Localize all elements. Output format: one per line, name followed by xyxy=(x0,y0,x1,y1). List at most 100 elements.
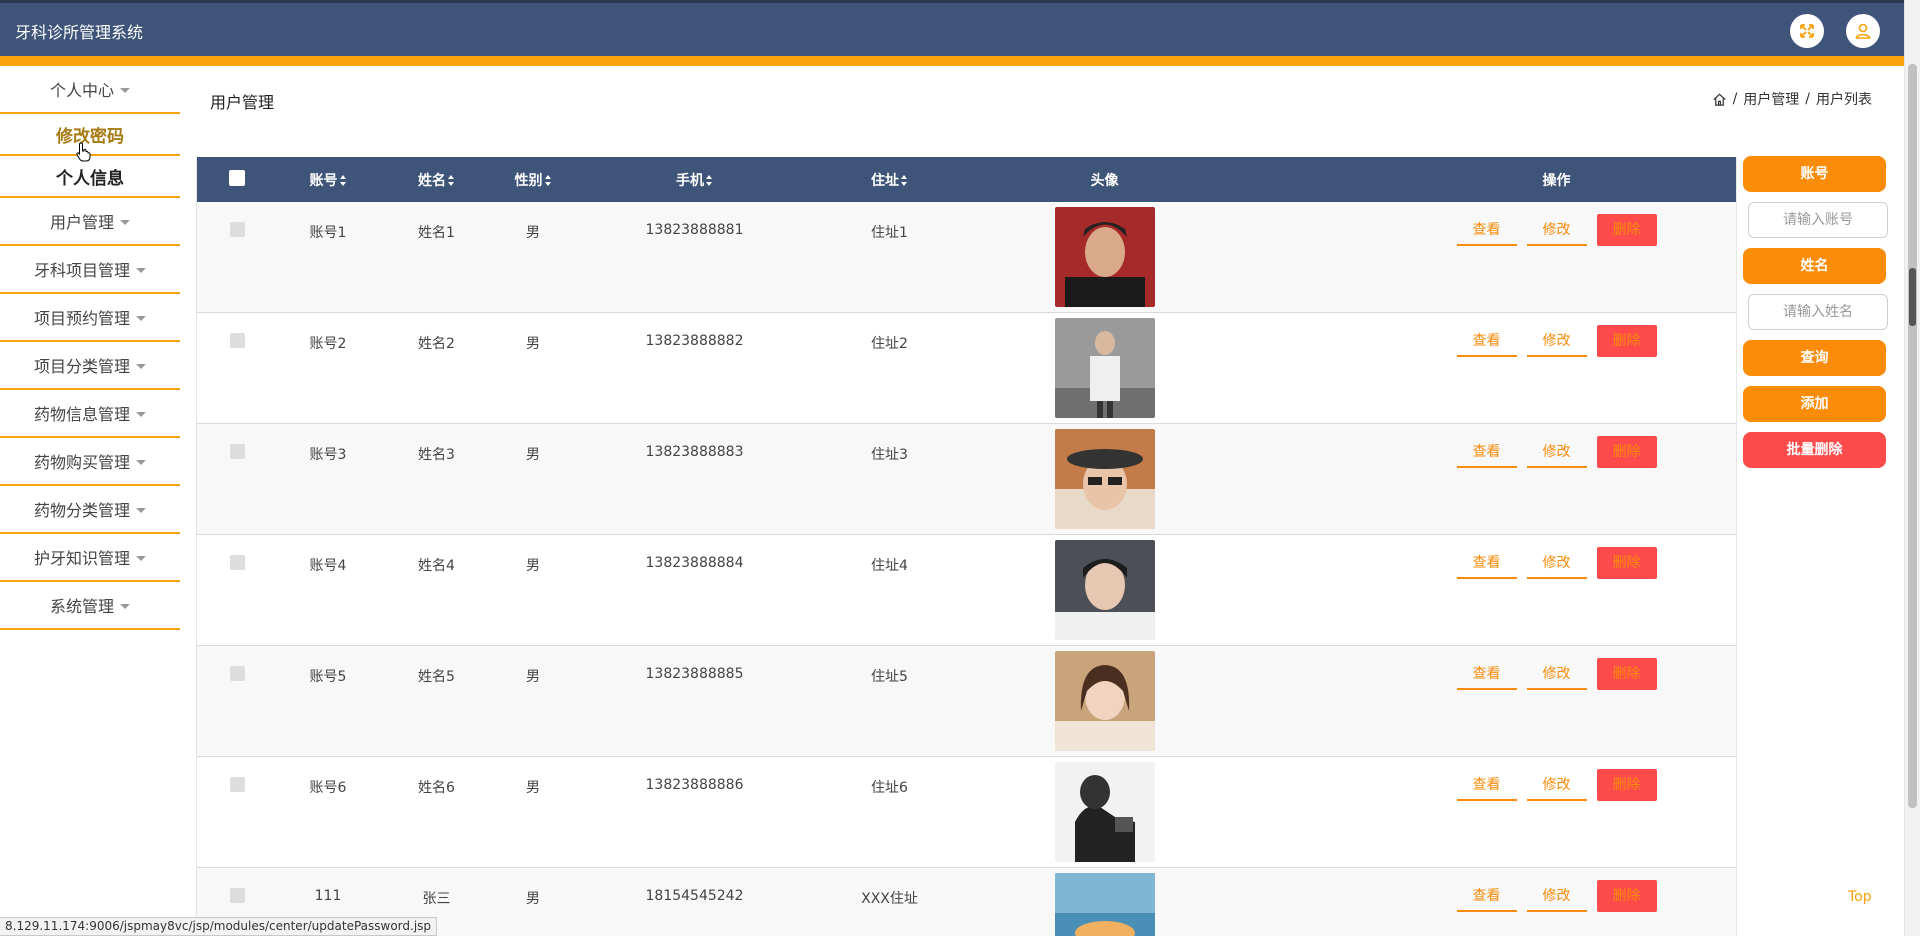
row-checkbox-cell xyxy=(197,535,277,574)
edit-button[interactable]: 修改 xyxy=(1526,769,1587,801)
cell-sex: 男 xyxy=(526,891,540,907)
sidebar-item-user-management[interactable]: 用户管理 xyxy=(0,198,180,246)
row-checkbox[interactable] xyxy=(229,444,245,459)
user-button[interactable] xyxy=(1846,14,1880,48)
top-bar: 牙科诊所管理系统 xyxy=(0,0,1904,66)
cell-account: 账号1 xyxy=(309,225,347,241)
row-checkbox[interactable] xyxy=(229,666,245,681)
cell-account: 111 xyxy=(314,888,342,904)
cell-actions: 查看 修改 删除 xyxy=(1247,757,1736,801)
header-bar: 牙科诊所管理系统 xyxy=(0,0,1904,56)
cell-address: 住址5 xyxy=(871,669,908,685)
back-to-top-link[interactable]: Top xyxy=(1848,889,1872,905)
breadcrumb-level1[interactable]: 用户管理 xyxy=(1743,89,1799,109)
delete-button[interactable]: 删除 xyxy=(1596,880,1657,912)
row-checkbox[interactable] xyxy=(229,555,245,570)
cell-actions: 查看 修改 删除 xyxy=(1247,202,1736,246)
row-checkbox[interactable] xyxy=(229,333,245,348)
sidebar-item-dental-project[interactable]: 牙科项目管理 xyxy=(0,246,180,294)
cell-name: 姓名5 xyxy=(418,669,455,685)
account-label-button[interactable]: 账号 xyxy=(1743,156,1886,192)
cell-account: 账号5 xyxy=(309,669,347,685)
page-scrollbar[interactable] xyxy=(1904,0,1920,936)
sidebar-item-drug-info[interactable]: 药物信息管理 xyxy=(0,390,180,438)
cell-address: 住址2 xyxy=(871,336,908,352)
edit-button[interactable]: 修改 xyxy=(1526,547,1587,579)
delete-button[interactable]: 删除 xyxy=(1596,658,1657,690)
sidebar-item-drug-purchase[interactable]: 药物购买管理 xyxy=(0,438,180,486)
column-sex[interactable]: 性别 xyxy=(494,170,572,190)
sidebar-subitem-personal-info[interactable]: 个人信息 xyxy=(0,156,180,198)
cell-phone: 13823888885 xyxy=(645,666,744,682)
edit-button[interactable]: 修改 xyxy=(1526,880,1587,912)
cell-phone: 13823888884 xyxy=(645,555,744,571)
column-avatar: 头像 xyxy=(1090,172,1119,189)
table-row: 账号4 姓名4 男 13823888884 住址4 查看 修改 删除 xyxy=(197,535,1736,646)
delete-button[interactable]: 删除 xyxy=(1596,214,1657,246)
column-label: 性别 xyxy=(514,172,543,189)
edit-button[interactable]: 修改 xyxy=(1526,436,1587,468)
sidebar-item-personal-center[interactable]: 个人中心 xyxy=(0,66,180,114)
scrollbar-thumb[interactable] xyxy=(1908,64,1917,808)
edit-button[interactable]: 修改 xyxy=(1526,214,1587,246)
column-name[interactable]: 姓名 xyxy=(379,170,494,190)
home-icon[interactable] xyxy=(1712,92,1727,107)
query-button[interactable]: 查询 xyxy=(1743,340,1886,376)
delete-button[interactable]: 删除 xyxy=(1596,325,1657,357)
select-all-checkbox[interactable] xyxy=(229,169,245,186)
avatar xyxy=(1054,873,1155,936)
row-checkbox[interactable] xyxy=(229,222,245,237)
delete-button[interactable]: 删除 xyxy=(1596,547,1657,579)
fullscreen-button[interactable] xyxy=(1790,14,1824,48)
column-phone[interactable]: 手机 xyxy=(572,170,817,190)
cell-name: 姓名4 xyxy=(418,558,455,574)
cell-phone: 18154545242 xyxy=(645,888,744,904)
table-row: 账号1 姓名1 男 13823888881 住址1 查看 修改 删除 xyxy=(197,202,1736,313)
batch-delete-button[interactable]: 批量删除 xyxy=(1743,432,1886,468)
cell-sex: 男 xyxy=(526,225,540,241)
cell-address: XXX住址 xyxy=(861,891,918,907)
view-button[interactable]: 查看 xyxy=(1456,880,1517,912)
cell-name: 姓名6 xyxy=(418,780,455,796)
row-checkbox-cell xyxy=(197,868,277,907)
sidebar-item-label: 护牙知识管理 xyxy=(33,549,130,568)
name-label-button[interactable]: 姓名 xyxy=(1743,248,1886,284)
account-search-input[interactable] xyxy=(1748,202,1888,238)
column-label: 账号 xyxy=(309,172,338,189)
column-account[interactable]: 账号 xyxy=(277,170,379,190)
edit-button[interactable]: 修改 xyxy=(1526,658,1587,690)
view-button[interactable]: 查看 xyxy=(1456,769,1517,801)
table-row: 账号3 姓名3 男 13823888883 住址3 查看 修改 删除 xyxy=(197,424,1736,535)
avatar xyxy=(1054,540,1155,640)
sidebar-item-system[interactable]: 系统管理 xyxy=(0,582,180,630)
sort-icon xyxy=(448,175,455,186)
edit-button[interactable]: 修改 xyxy=(1526,325,1587,357)
column-actions: 操作 xyxy=(1542,172,1571,189)
delete-button[interactable]: 删除 xyxy=(1596,769,1657,801)
table-body: 账号1 姓名1 男 13823888881 住址1 查看 修改 删除 账号2 姓名2 男 138238… xyxy=(197,202,1736,936)
row-checkbox[interactable] xyxy=(229,777,245,792)
cell-actions: 查看 修改 删除 xyxy=(1247,424,1736,468)
caret-down-icon xyxy=(120,219,130,225)
table-row: 账号6 姓名6 男 13823888886 住址6 查看 修改 删除 xyxy=(197,757,1736,868)
sidebar-item-drug-category[interactable]: 药物分类管理 xyxy=(0,486,180,534)
row-checkbox[interactable] xyxy=(229,888,245,903)
avatar xyxy=(1054,651,1155,751)
view-button[interactable]: 查看 xyxy=(1456,214,1517,246)
sidebar-item-dental-knowledge[interactable]: 护牙知识管理 xyxy=(0,534,180,582)
name-search-input[interactable] xyxy=(1748,294,1888,330)
view-button[interactable]: 查看 xyxy=(1456,547,1517,579)
cell-sex: 男 xyxy=(526,336,540,352)
delete-button[interactable]: 删除 xyxy=(1596,436,1657,468)
cell-sex: 男 xyxy=(526,558,540,574)
caret-down-icon xyxy=(120,87,130,93)
view-button[interactable]: 查看 xyxy=(1456,436,1517,468)
sidebar-item-appointment[interactable]: 项目预约管理 xyxy=(0,294,180,342)
view-button[interactable]: 查看 xyxy=(1456,658,1517,690)
add-button[interactable]: 添加 xyxy=(1743,386,1886,422)
view-button[interactable]: 查看 xyxy=(1456,325,1517,357)
sidebar-item-project-category[interactable]: 项目分类管理 xyxy=(0,342,180,390)
column-address[interactable]: 住址 xyxy=(817,170,962,190)
user-icon xyxy=(1855,23,1871,39)
avatar xyxy=(1054,762,1155,862)
